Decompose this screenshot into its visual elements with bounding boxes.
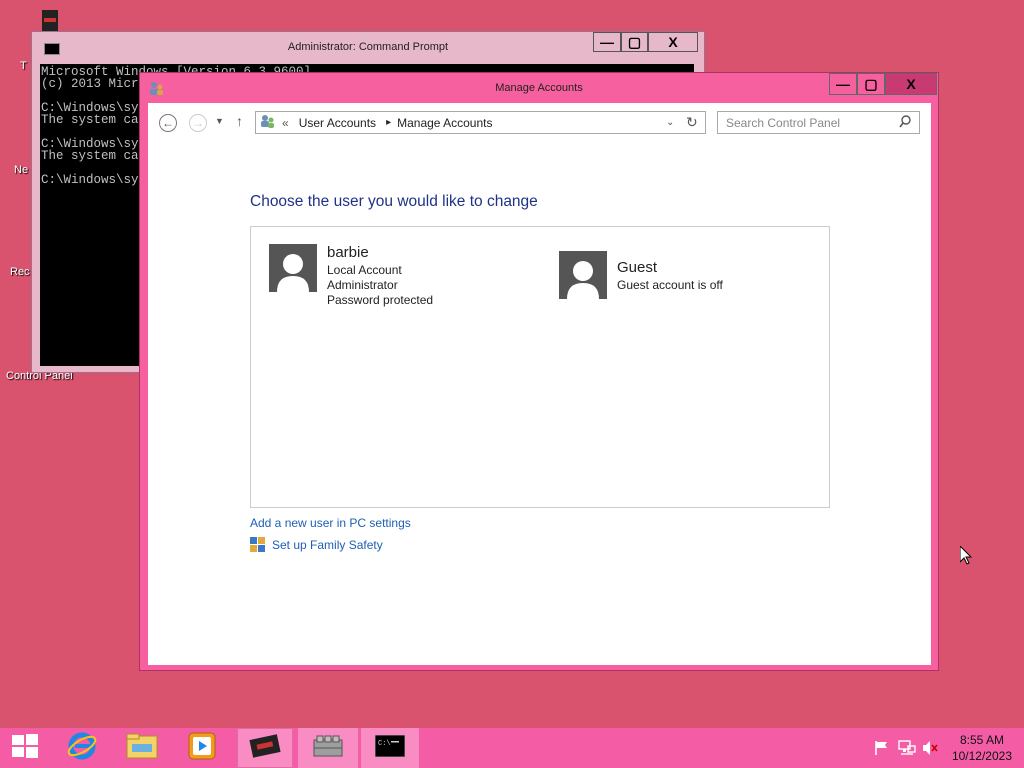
accounts-list: barbie Local Account Administrator Passw… <box>250 226 830 508</box>
app-active-icon <box>249 733 281 764</box>
action-center-icon[interactable] <box>874 740 890 761</box>
desktop-icon-label: Rec <box>10 266 30 278</box>
up-arrow-icon: ↑ <box>236 113 243 129</box>
window-title: Manage Accounts <box>495 82 583 94</box>
back-button[interactable]: ← <box>159 114 177 132</box>
server-manager-icon <box>313 734 343 763</box>
account-tile-barbie[interactable]: barbie Local Account Administrator Passw… <box>269 244 433 308</box>
page-title: Choose the user you would like to change <box>250 193 538 210</box>
account-tile-guest[interactable]: Guest Guest account is off <box>559 251 723 299</box>
taskbar-media-player[interactable] <box>172 728 232 768</box>
window-content: ← → ▼ ↑ « User Accounts ▸ Manage Account… <box>148 103 931 665</box>
account-name: Guest <box>617 259 658 276</box>
maximize-button[interactable]: ▢ <box>621 32 648 52</box>
control-panel-icon <box>260 114 276 131</box>
start-button[interactable] <box>0 728 50 768</box>
start-icon <box>12 733 38 763</box>
minimize-button[interactable]: — <box>829 73 857 95</box>
file-explorer-icon <box>126 732 158 765</box>
minimize-icon: — <box>600 34 614 50</box>
desktop-icon-label: Ne <box>14 164 29 176</box>
media-player-icon <box>188 732 216 765</box>
family-safety-link[interactable]: Set up Family Safety <box>272 538 383 552</box>
breadcrumb-manage-accounts[interactable]: Manage Accounts <box>397 116 492 130</box>
refresh-icon[interactable]: ↻ <box>686 114 698 131</box>
back-arrow-icon: ← <box>162 116 174 130</box>
minimize-icon: — <box>836 76 850 92</box>
maximize-button[interactable]: ▢ <box>857 73 885 95</box>
account-status: Guest account is off <box>617 278 723 292</box>
network-status-icon[interactable] <box>898 740 916 761</box>
search-placeholder: Search Control Panel <box>726 115 841 130</box>
internet-explorer-icon <box>66 730 98 767</box>
taskbar-active-app[interactable] <box>237 728 293 768</box>
taskbar-command-prompt[interactable]: C:\ <box>361 728 419 768</box>
maximize-icon: ▢ <box>864 75 878 92</box>
up-button[interactable]: ↑ <box>236 113 243 129</box>
clock-date: 10/12/2023 <box>951 749 1012 763</box>
family-safety-icon <box>250 537 266 558</box>
account-name: barbie <box>327 244 369 261</box>
account-role: Administrator <box>327 278 398 292</box>
recent-pages-dropdown[interactable]: ▼ <box>215 116 224 126</box>
user-avatar-icon <box>559 251 607 299</box>
taskbar-file-explorer[interactable] <box>112 728 172 768</box>
close-icon: X <box>668 34 678 50</box>
mouse-cursor-icon <box>959 544 973 570</box>
account-password-status: Password protected <box>327 293 434 307</box>
close-button[interactable]: X <box>885 73 937 95</box>
desktop-icon-label: T <box>20 60 27 72</box>
taskbar-server-manager[interactable] <box>298 728 358 768</box>
clock[interactable]: 8:55 AM 10/12/2023 <box>952 732 1012 764</box>
breadcrumb-overflow[interactable]: « <box>282 116 289 130</box>
taskbar-internet-explorer[interactable] <box>52 728 112 768</box>
close-button[interactable]: X <box>648 32 698 52</box>
title-bar[interactable]: Manage Accounts — ▢ X <box>140 73 938 103</box>
title-bar[interactable]: Administrator: Command Prompt — ▢ X <box>32 32 704 64</box>
volume-muted-icon[interactable] <box>922 740 938 761</box>
minimize-button[interactable]: — <box>593 32 621 52</box>
forward-arrow-icon: → <box>192 116 204 130</box>
taskbar: C:\ 8:55 AM 10/12/2023 <box>0 728 1024 768</box>
maximize-icon: ▢ <box>627 33 642 50</box>
user-avatar-icon <box>269 244 317 292</box>
chevron-down-icon: ▼ <box>215 116 224 126</box>
address-dropdown-icon[interactable]: ⌄ <box>666 117 674 128</box>
search-input[interactable]: Search Control Panel <box>717 111 920 134</box>
breadcrumb-separator-icon[interactable]: ▸ <box>386 117 391 128</box>
clock-time: 8:55 AM <box>959 733 1004 747</box>
manage-accounts-window[interactable]: Manage Accounts — ▢ X ← → ▼ ↑ « User Acc… <box>139 72 939 671</box>
navigation-bar: ← → ▼ ↑ « User Accounts ▸ Manage Account… <box>148 103 931 141</box>
close-icon: X <box>906 76 916 92</box>
search-icon[interactable] <box>899 115 911 131</box>
address-bar[interactable]: « User Accounts ▸ Manage Accounts ⌄ ↻ <box>255 111 706 134</box>
add-user-link[interactable]: Add a new user in PC settings <box>250 516 411 530</box>
svg-text:C:\: C:\ <box>378 740 391 748</box>
forward-button[interactable]: → <box>189 114 207 132</box>
command-prompt-icon: C:\ <box>374 734 406 762</box>
breadcrumb-user-accounts[interactable]: User Accounts <box>299 116 376 130</box>
account-type: Local Account <box>327 263 402 277</box>
